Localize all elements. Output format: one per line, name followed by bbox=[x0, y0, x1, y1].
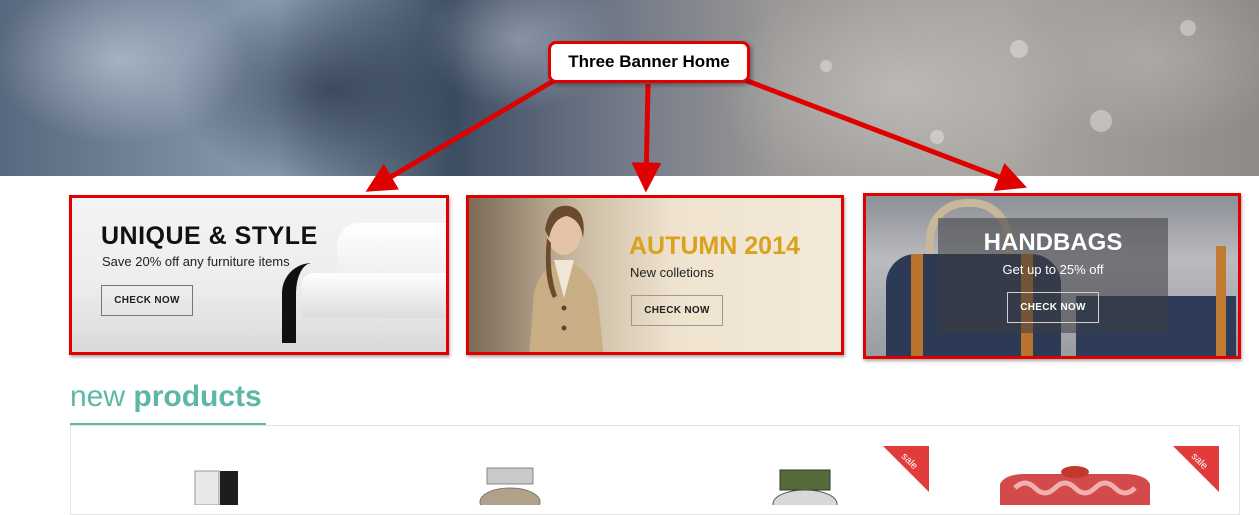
product-image-watch-green[interactable] bbox=[760, 466, 850, 505]
banner-title: HANDBAGS bbox=[983, 229, 1123, 256]
banner-subtitle: New colletions bbox=[630, 265, 714, 280]
check-now-button[interactable]: CHECK NOW bbox=[631, 295, 723, 326]
banner-handbags[interactable]: HANDBAGS Get up to 25% off CHECK NOW bbox=[863, 193, 1241, 359]
annotation-callout: Three Banner Home bbox=[548, 41, 750, 83]
check-now-button[interactable]: CHECK NOW bbox=[101, 285, 193, 316]
banner-title: UNIQUE & STYLE bbox=[101, 222, 318, 250]
model-image bbox=[529, 205, 604, 352]
bokeh-dot bbox=[1010, 40, 1028, 58]
banner-subtitle: Save 20% off any furniture items bbox=[102, 254, 290, 269]
banner-autumn-2014[interactable]: AUTUMN 2014 New colletions CHECK NOW bbox=[466, 195, 844, 355]
hero-image bbox=[0, 0, 1259, 176]
product-image-watch[interactable] bbox=[465, 466, 555, 505]
bokeh-dot bbox=[930, 130, 944, 144]
banner-subtitle: Get up to 25% off bbox=[1002, 262, 1104, 277]
bokeh-dot bbox=[1180, 20, 1196, 36]
product-image-appliance[interactable] bbox=[190, 466, 260, 505]
section-title: new products bbox=[70, 380, 262, 414]
section-title-light: new bbox=[70, 380, 126, 413]
product-image-red-bag[interactable] bbox=[995, 464, 1155, 505]
check-now-button[interactable]: CHECK NOW bbox=[1007, 292, 1099, 323]
bokeh-dot bbox=[820, 60, 832, 72]
banner-title: AUTUMN 2014 bbox=[629, 232, 800, 260]
bag-strap bbox=[1216, 246, 1226, 356]
sofa-arm bbox=[282, 263, 351, 343]
section-title-bold: products bbox=[133, 380, 262, 413]
banner-unique-style[interactable]: UNIQUE & STYLE Save 20% off any furnitur… bbox=[69, 195, 449, 355]
bokeh-dot bbox=[1090, 110, 1112, 132]
bag-strap bbox=[911, 254, 923, 356]
